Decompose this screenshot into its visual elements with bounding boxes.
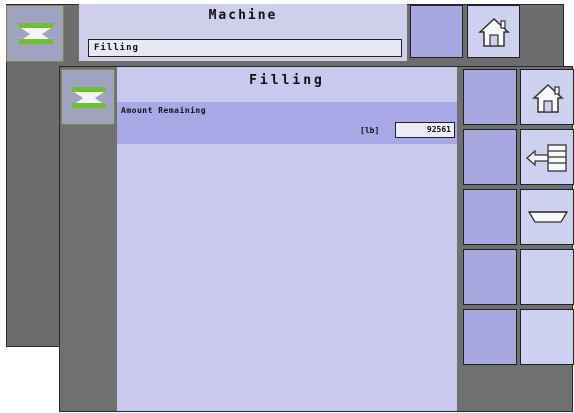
amount-remaining-label: Amount Remaining [121, 106, 207, 115]
side-button-10[interactable] [520, 309, 574, 365]
front-screen-title: Filling [249, 73, 325, 88]
tank-icon[interactable] [520, 189, 574, 245]
side-button-1[interactable] [463, 69, 517, 125]
home-icon[interactable] [520, 69, 574, 125]
side-button-3[interactable] [463, 189, 517, 245]
back-mode-field[interactable]: Filling [88, 39, 402, 57]
side-button-9[interactable] [520, 249, 574, 305]
tank-fill-icon[interactable] [520, 129, 574, 185]
side-button-4[interactable] [463, 249, 517, 305]
back-screen-title: Machine [208, 8, 278, 23]
sprayer-icon[interactable] [6, 5, 64, 62]
home-icon[interactable] [467, 5, 520, 58]
sprayer-icon[interactable] [61, 69, 115, 125]
back-blank-button[interactable] [410, 5, 463, 58]
side-button-2[interactable] [463, 129, 517, 185]
amount-remaining-value[interactable]: 92561 [395, 122, 455, 138]
side-button-5[interactable] [463, 309, 517, 365]
amount-unit: [lb] [360, 126, 380, 135]
